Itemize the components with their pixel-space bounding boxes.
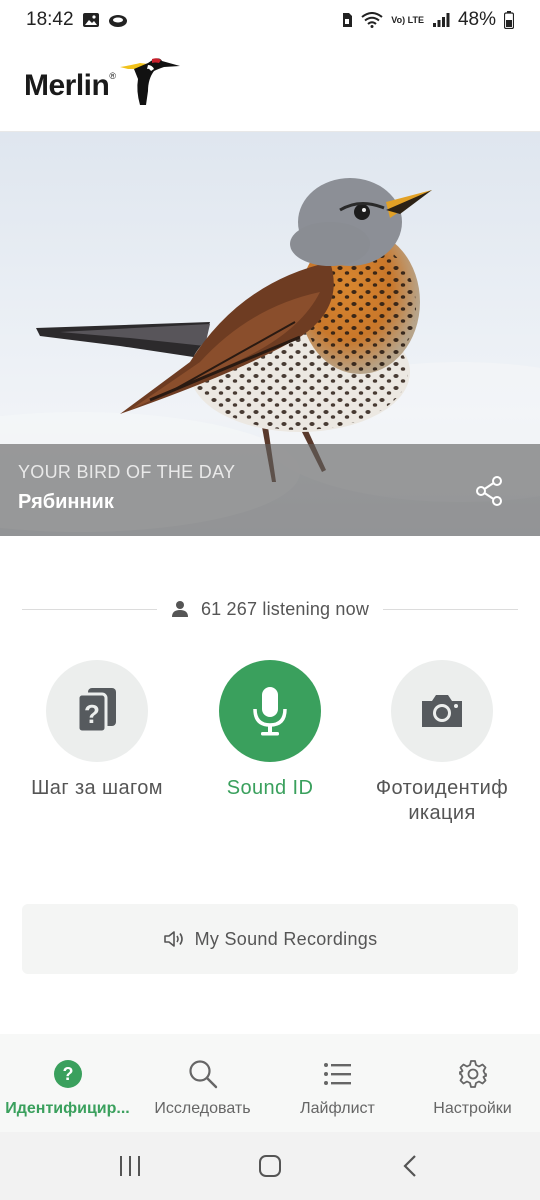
- gallery-notification-icon: [82, 12, 100, 28]
- bottom-navigation: ? Идентифицир... Исследовать Лайфлист На…: [0, 1034, 540, 1132]
- app-header: Merlin ®: [0, 40, 540, 132]
- sound-id-label: Sound ID: [226, 777, 314, 799]
- cloud-notification-icon: [108, 12, 128, 28]
- nav-lifelist-label: Лайфлист: [300, 1100, 375, 1117]
- nav-identify-label: Идентифицир...: [5, 1100, 130, 1117]
- home-button[interactable]: [250, 1146, 290, 1186]
- recent-apps-button[interactable]: [110, 1146, 150, 1186]
- share-icon: [476, 476, 502, 506]
- camera-icon: [422, 695, 462, 727]
- sound-id-button[interactable]: [219, 660, 321, 762]
- back-icon: [403, 1155, 416, 1177]
- recent-apps-icon: [120, 1156, 140, 1176]
- nav-explore[interactable]: Исследовать: [135, 1034, 270, 1132]
- status-left: 18:42: [26, 9, 128, 31]
- identify-options: ? Шаг за шагом Sound ID Фотоидентиф икац…: [0, 660, 540, 840]
- person-icon: [171, 601, 188, 617]
- sound-id-option[interactable]: Sound ID: [180, 660, 360, 801]
- woodpecker-logo-icon: [120, 57, 180, 105]
- nav-settings[interactable]: Настройки: [405, 1034, 540, 1132]
- listening-count: 61 267 listening now: [200, 598, 370, 619]
- gear-icon: [457, 1058, 489, 1090]
- listening-now-row: 61 267 listening now: [22, 592, 518, 626]
- my-sound-recordings-label: My Sound Recordings: [194, 928, 378, 949]
- nav-identify[interactable]: ? Идентифицир...: [0, 1034, 135, 1132]
- system-navigation-bar: [0, 1132, 540, 1200]
- step-by-step-label: Шаг за шагом: [31, 777, 163, 799]
- hero-kicker: YOUR BIRD OF THE DAY: [18, 462, 236, 482]
- logo-text: Merlin: [24, 68, 110, 102]
- bird-of-the-day-card[interactable]: YOUR BIRD OF THE DAY Рябинник: [0, 132, 540, 536]
- share-button[interactable]: [472, 474, 506, 508]
- merlin-logo: Merlin ®: [24, 57, 184, 107]
- search-icon: [187, 1058, 219, 1090]
- status-right: Vo) LTE 48%: [341, 9, 514, 31]
- wifi-icon: [361, 12, 383, 28]
- status-time: 18:42: [26, 9, 74, 30]
- nav-lifelist[interactable]: Лайфлист: [270, 1034, 405, 1132]
- back-button[interactable]: [390, 1146, 430, 1186]
- nav-explore-label: Исследовать: [154, 1100, 251, 1117]
- status-bar: 18:42 Vo) LTE 48%: [0, 0, 540, 40]
- volte-label: Vo) LTE: [391, 14, 424, 25]
- photo-id-label: Фотоидентиф икация: [375, 777, 509, 824]
- battery-icon: [504, 11, 514, 29]
- battery-percent: 48%: [457, 9, 496, 30]
- divider-left: [22, 608, 157, 610]
- sim-icon: [341, 12, 353, 28]
- photo-id-option[interactable]: Фотоидентиф икация: [352, 660, 532, 826]
- svg-text:?: ?: [62, 1064, 73, 1084]
- logo-registered-mark: ®: [109, 70, 116, 81]
- help-circle-icon: ?: [52, 1058, 84, 1090]
- svg-text:?: ?: [84, 699, 100, 729]
- volte-icon: Vo) LTE: [391, 14, 424, 25]
- hero-overlay: YOUR BIRD OF THE DAY Рябинник: [0, 444, 540, 536]
- microphone-icon: [253, 687, 287, 736]
- nav-settings-label: Настройки: [433, 1100, 512, 1117]
- cards-question-icon: ?: [76, 688, 116, 734]
- list-icon: [322, 1058, 354, 1090]
- step-by-step-button[interactable]: ?: [46, 660, 148, 762]
- photo-id-button[interactable]: [391, 660, 493, 762]
- divider-right: [383, 608, 518, 610]
- home-icon: [259, 1155, 281, 1177]
- my-sound-recordings-button[interactable]: My Sound Recordings: [22, 904, 518, 974]
- speaker-icon: [163, 931, 183, 947]
- listeners-content: 61 267 listening now: [157, 599, 383, 620]
- bird-name[interactable]: Рябинник: [18, 491, 522, 514]
- step-by-step-option[interactable]: ? Шаг за шагом: [7, 660, 187, 801]
- signal-icon: [432, 12, 450, 28]
